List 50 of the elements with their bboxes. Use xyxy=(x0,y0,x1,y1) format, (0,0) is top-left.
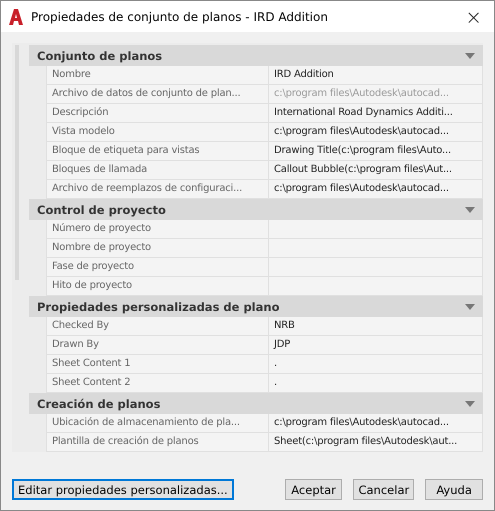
property-value[interactable] xyxy=(269,277,483,296)
property-value[interactable]: . xyxy=(269,355,483,374)
property-value[interactable]: c:\program files\Autodesk\autocad... xyxy=(269,414,483,433)
section-header[interactable]: Control de proyecto xyxy=(29,199,483,220)
property-value[interactable] xyxy=(269,220,483,239)
property-value[interactable]: c:\program files\Autodesk\autocad... xyxy=(269,180,483,199)
collapse-caret-icon[interactable] xyxy=(465,304,475,310)
property-label: Bloque de etiqueta para vistas xyxy=(47,142,269,161)
property-label: Archivo de datos de conjunto de plan... xyxy=(47,85,269,104)
property-value[interactable]: International Road Dynamics Additi... xyxy=(269,104,483,123)
property-value[interactable]: Callout Bubble(c:\program files\Aut... xyxy=(269,161,483,180)
app-logo-icon xyxy=(9,8,23,24)
property-value[interactable]: IRD Addition xyxy=(269,66,483,85)
property-label: Sheet Content 2 xyxy=(47,374,269,393)
property-value[interactable]: . xyxy=(269,374,483,393)
section-title: Propiedades personalizadas de plano xyxy=(37,300,280,314)
dialog-button[interactable]: Aceptar xyxy=(284,479,342,500)
property-label: Hito de proyecto xyxy=(47,277,269,296)
property-label: Archivo de reemplazos de configuraci... xyxy=(47,180,269,199)
collapse-caret-icon[interactable] xyxy=(465,52,475,58)
section-header[interactable]: Creación de planos xyxy=(29,393,483,414)
property-label: Drawn By xyxy=(47,336,269,355)
property-label: Nombre xyxy=(47,66,269,85)
dialog-button[interactable]: Ayuda xyxy=(425,479,483,500)
property-label: Fase de proyecto xyxy=(47,258,269,277)
property-label: Nombre de proyecto xyxy=(47,239,269,258)
section-title: Conjunto de planos xyxy=(37,48,162,62)
section-title: Creación de planos xyxy=(37,396,160,410)
close-button[interactable]: × xyxy=(461,6,486,26)
section-title: Control de proyecto xyxy=(37,202,166,216)
property-label: Sheet Content 1 xyxy=(47,355,269,374)
dialog-button[interactable]: Editar propiedades personalizadas... xyxy=(12,479,234,500)
dialog-button[interactable]: Cancelar xyxy=(353,479,414,500)
window-title: Propiedades de conjunto de planos - IRD Addition xyxy=(31,10,329,24)
section-header[interactable]: Conjunto de planos xyxy=(29,45,483,66)
property-label: Descripción xyxy=(47,104,269,123)
property-label: Ubicación de almacenamiento de pla... xyxy=(47,414,269,433)
property-label: Checked By xyxy=(47,317,269,336)
section-header[interactable]: Propiedades personalizadas de plano xyxy=(29,296,483,317)
property-value[interactable]: c:\program files\Autodesk\autocad... xyxy=(269,123,483,142)
property-label: Plantilla de creación de planos xyxy=(47,433,269,452)
collapse-caret-icon[interactable] xyxy=(465,206,475,212)
property-label: Número de proyecto xyxy=(47,220,269,239)
collapse-caret-icon[interactable] xyxy=(465,400,475,406)
property-label: Vista modelo xyxy=(47,123,269,142)
property-value[interactable]: NRB xyxy=(269,317,483,336)
property-value[interactable]: Sheet(c:\program files\Autodesk\aut... xyxy=(269,433,483,452)
property-value[interactable]: Drawing Title(c:\program files\Auto... xyxy=(269,142,483,161)
property-value[interactable]: JDP xyxy=(269,336,483,355)
property-label: Bloques de llamada xyxy=(47,161,269,180)
